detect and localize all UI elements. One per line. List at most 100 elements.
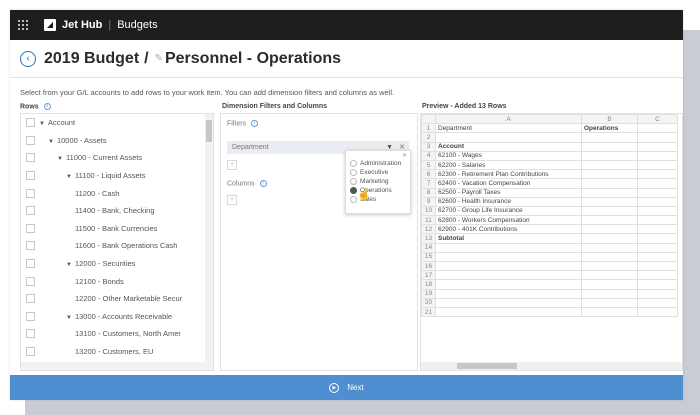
cell-a[interactable] [435,288,582,299]
radio-button[interactable] [350,169,357,176]
cell-c[interactable] [637,306,678,318]
info-icon[interactable]: i [43,103,51,110]
cell-c[interactable] [637,279,678,290]
cell-b[interactable] [581,288,638,299]
cell-c[interactable] [637,270,678,281]
app-launcher-button[interactable] [10,10,36,40]
expand-caret-icon[interactable]: ▼ [57,156,63,162]
app-name[interactable]: Jet Hub [62,19,102,31]
cell-b[interactable] [581,251,638,263]
cell-a[interactable]: Department [435,123,582,134]
rows-vertical-scrollbar[interactable] [205,114,213,370]
cell-b[interactable] [581,215,638,226]
expand-caret-icon[interactable]: ▼ [39,121,45,127]
info-icon[interactable]: i [251,120,259,127]
column-header[interactable]: A [435,114,582,125]
cell-c[interactable] [637,205,678,217]
scrollbar-thumb[interactable] [457,363,517,369]
tree-row[interactable]: 12100 - Bonds [21,272,213,290]
expand-caret-icon[interactable]: ▼ [66,174,72,180]
cell-b[interactable] [581,270,638,281]
row-checkbox[interactable] [26,153,35,163]
tree-row[interactable]: 11600 - Bank Operations Cash [21,237,213,255]
cell-a[interactable]: 62200 - Salaries [435,159,582,171]
row-checkbox[interactable] [26,329,35,339]
cell-c[interactable] [637,196,678,207]
row-checkbox[interactable] [26,135,35,145]
cell-b[interactable] [581,233,638,244]
tree-row[interactable]: ▼ 10000 - Assets [21,132,213,150]
cell-b[interactable] [581,196,638,207]
cell-c[interactable] [637,132,678,143]
tree-row[interactable]: 11500 - Bank Currencies [21,220,213,238]
row-checkbox[interactable] [26,206,35,216]
back-button[interactable]: ‹ [20,50,36,67]
tree-row[interactable]: 11400 - Bank, Checking [21,202,213,220]
cell-b[interactable] [581,150,638,161]
section-name[interactable]: Budgets [117,19,157,31]
cell-b[interactable] [581,169,638,180]
tree-row[interactable]: ▼ 13000 - Accounts Receivable [21,308,213,326]
row-checkbox[interactable] [26,223,35,233]
cell-b[interactable] [581,159,638,171]
cell-a[interactable]: 62400 - Vacation Compensation [435,178,582,189]
cell-b[interactable] [581,224,638,235]
rows-horizontal-scrollbar[interactable] [21,362,207,370]
cell-b[interactable] [581,297,638,308]
cell-c[interactable] [637,215,678,226]
cell-a[interactable]: 62500 - Payroll Taxes [435,187,582,198]
column-header[interactable]: B [581,114,638,125]
row-checkbox[interactable] [26,276,35,286]
cell-a[interactable] [435,297,582,308]
cell-c[interactable] [637,178,678,189]
row-checkbox[interactable] [26,188,35,198]
tree-row[interactable]: ▼ 12000 - Securities [21,255,213,273]
cell-a[interactable]: 62900 - 401K Contributions [435,224,582,235]
cell-b[interactable]: Operations [581,123,638,134]
cell-b[interactable] [581,279,638,290]
radio-button[interactable] [350,178,357,185]
cell-a[interactable] [435,306,582,318]
row-checkbox[interactable] [26,259,35,269]
cell-a[interactable] [435,132,582,143]
tree-row[interactable]: ▼ 11000 - Current Assets [21,149,213,167]
cell-c[interactable] [637,150,678,161]
expand-caret-icon[interactable]: ▼ [66,315,72,321]
cell-b[interactable] [581,187,638,198]
cell-a[interactable]: 62600 - Health Insurance [435,196,582,207]
info-icon[interactable]: i [259,180,267,187]
expand-caret-icon[interactable]: ▼ [48,139,54,145]
dropdown-option[interactable]: Administration [350,159,401,168]
cell-a[interactable] [435,270,582,281]
cell-a[interactable] [435,251,582,263]
column-header[interactable]: C [637,114,678,125]
cell-a[interactable] [435,279,582,290]
expand-caret-icon[interactable]: ▼ [66,262,72,268]
tree-row[interactable]: 11200 - Cash [21,184,213,202]
cell-c[interactable] [637,159,678,171]
dropdown-option[interactable]: Marketing [350,177,401,186]
dropdown-option[interactable]: Executive [350,168,401,177]
cell-b[interactable] [581,260,638,272]
row-checkbox[interactable] [26,294,35,304]
tree-row[interactable]: ▼ Account [21,114,213,132]
cell-c[interactable] [637,233,678,244]
tree-row[interactable]: 12200 - Other Marketable Secur [21,290,213,308]
radio-button[interactable] [350,187,357,194]
cell-a[interactable]: 62800 - Workers Compensation [435,215,582,226]
cell-a[interactable]: 62100 - Wages [435,150,582,161]
tree-row[interactable]: ▼ 11100 - Liquid Assets [21,167,213,185]
radio-button[interactable] [350,196,357,203]
cell-c[interactable] [637,187,678,198]
row-checkbox[interactable] [26,118,35,128]
cell-b[interactable] [581,205,638,217]
row-checkbox[interactable] [26,347,35,357]
radio-button[interactable] [350,160,357,167]
cell-a[interactable] [435,242,582,253]
cell-a[interactable]: Account [435,141,582,152]
tree-row[interactable]: 13200 - Customers, EU [21,343,213,361]
cell-c[interactable] [637,169,678,180]
row-checkbox[interactable] [26,241,35,251]
edit-icon[interactable]: ✎ [155,53,163,64]
cell-b[interactable] [581,132,638,143]
